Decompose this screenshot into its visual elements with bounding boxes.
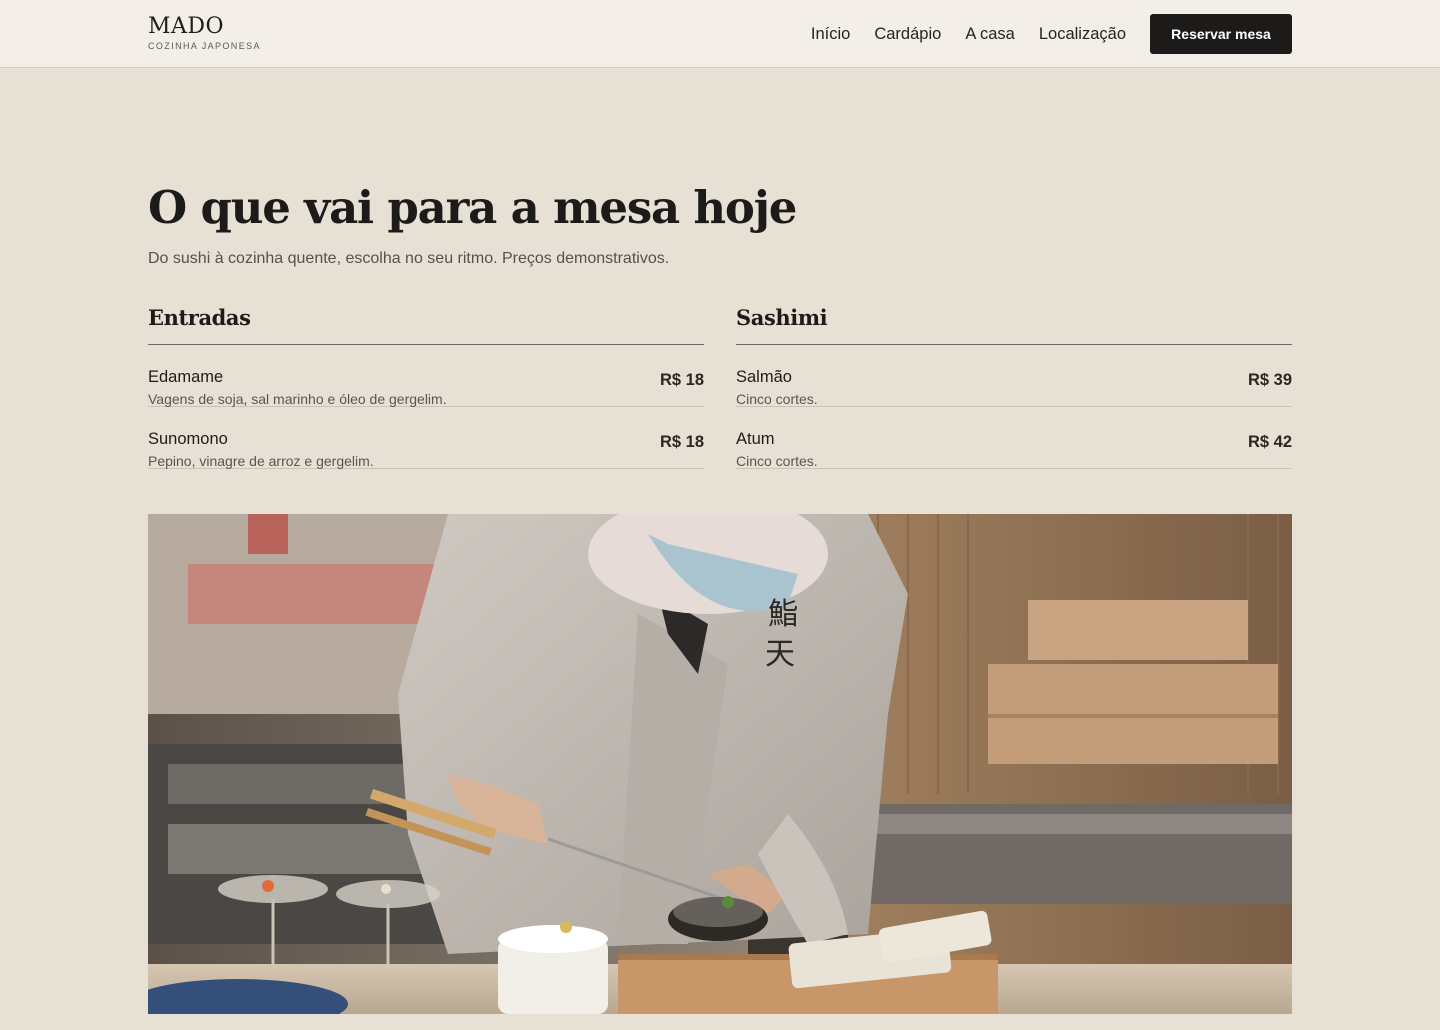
brand-logo[interactable]: MADO COZINHA JAPONESA (148, 14, 261, 51)
item-name: Atum (736, 430, 775, 448)
menu-item: Sunomono Pepino, vinagre de arroz e gerg… (148, 407, 704, 469)
reserve-table-button[interactable]: Reservar mesa (1150, 14, 1292, 54)
item-name: Edamame (148, 368, 224, 386)
nav-link-cardapio[interactable]: Cardápio (874, 25, 941, 44)
page-title: O que vai para a mesa hoje (148, 181, 797, 234)
nav-link-localizacao[interactable]: Localização (1039, 25, 1126, 44)
item-price: R$ 39 (1247, 371, 1292, 389)
menu-item: Atum Cinco cortes. R$ 42 (736, 407, 1292, 469)
site-header: MADO COZINHA JAPONESA Início Cardápio A … (0, 0, 1440, 68)
item-description: Vagens de soja, sal marinho e óleo de ge… (148, 391, 447, 407)
item-price: R$ 18 (659, 371, 704, 389)
menu-item: Edamame Vagens de soja, sal marinho e ól… (148, 345, 704, 407)
item-description: Pepino, vinagre de arroz e gergelim. (148, 453, 374, 469)
item-description: Cinco cortes. (736, 453, 818, 469)
section-title: Sashimi (736, 304, 1292, 345)
main-nav: Início Cardápio A casa Localização Reser… (811, 14, 1292, 54)
brand-name: MADO (148, 14, 225, 39)
item-name: Salmão (736, 368, 792, 386)
menu-section-entradas: Entradas Edamame Vagens de soja, sal mar… (148, 304, 704, 469)
item-price: R$ 42 (1247, 433, 1292, 451)
nav-link-inicio[interactable]: Início (811, 25, 850, 44)
item-name: Sunomono (148, 430, 228, 448)
page-subtitle: Do sushi à cozinha quente, escolha no se… (148, 250, 670, 267)
jacket-kanji-1: 鮨 (768, 597, 798, 632)
item-price: R$ 18 (659, 433, 704, 451)
menu-section-sashimi: Sashimi Salmão Cinco cortes. R$ 39 Atum … (736, 304, 1292, 469)
nav-link-a-casa[interactable]: A casa (965, 25, 1015, 44)
menu-item: Salmão Cinco cortes. R$ 39 (736, 345, 1292, 407)
item-description: Cinco cortes. (736, 391, 818, 407)
section-title: Entradas (148, 304, 704, 345)
chef-photo: 鮨 天 (148, 514, 1292, 1014)
jacket-kanji-2: 天 (765, 637, 795, 672)
brand-tagline: COZINHA JAPONESA (148, 41, 261, 51)
